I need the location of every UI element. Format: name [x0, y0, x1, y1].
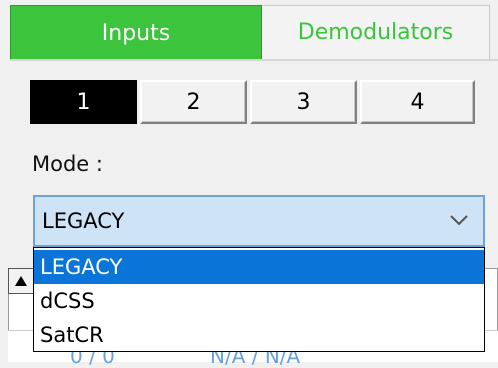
tabs-divider: [10, 59, 498, 61]
mode-option-dcss[interactable]: dCSS: [34, 284, 484, 318]
mode-label: Mode :: [32, 152, 103, 176]
input-tab-1[interactable]: 1: [30, 80, 137, 124]
scroll-up-button[interactable]: [8, 268, 34, 294]
mode-select[interactable]: LEGACY: [33, 195, 485, 247]
mode-select-value: LEGACY: [42, 209, 125, 233]
mode-dropdown-list: LEGACY dCSS SatCR: [33, 247, 485, 352]
input-tab-4[interactable]: 4: [360, 80, 475, 124]
mode-option-satcr[interactable]: SatCR: [34, 318, 484, 352]
tab-inputs[interactable]: Inputs: [10, 5, 262, 60]
input-tab-2[interactable]: 2: [140, 80, 247, 124]
input-tab-3[interactable]: 3: [250, 80, 357, 124]
up-arrow-icon: [15, 276, 27, 286]
chevron-down-icon[interactable]: [449, 213, 469, 227]
tab-demodulators[interactable]: Demodulators: [262, 5, 490, 60]
mode-option-legacy[interactable]: LEGACY: [34, 250, 484, 284]
